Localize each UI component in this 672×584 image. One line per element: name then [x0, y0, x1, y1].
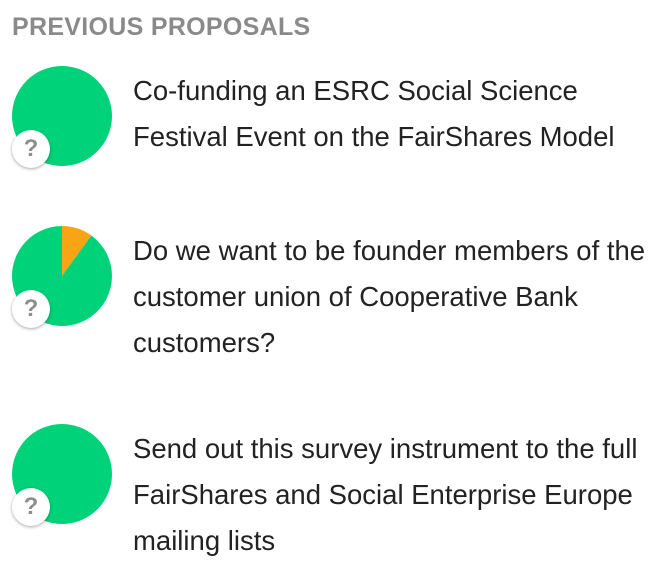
- unvoted-badge: ?: [12, 290, 50, 328]
- proposal-pie[interactable]: ?: [12, 226, 112, 328]
- proposal-title[interactable]: Send out this survey instrument to the f…: [133, 426, 663, 564]
- proposal-title[interactable]: Co-funding an ESRC Social Science Festiv…: [133, 68, 663, 160]
- proposal-title[interactable]: Do we want to be founder members of the …: [133, 228, 663, 366]
- section-heading: PREVIOUS PROPOSALS: [12, 13, 311, 41]
- unvoted-badge: ?: [12, 130, 50, 168]
- unvoted-badge: ?: [12, 488, 50, 526]
- proposal-pie[interactable]: ?: [12, 424, 112, 526]
- proposal-pie[interactable]: ?: [12, 66, 112, 168]
